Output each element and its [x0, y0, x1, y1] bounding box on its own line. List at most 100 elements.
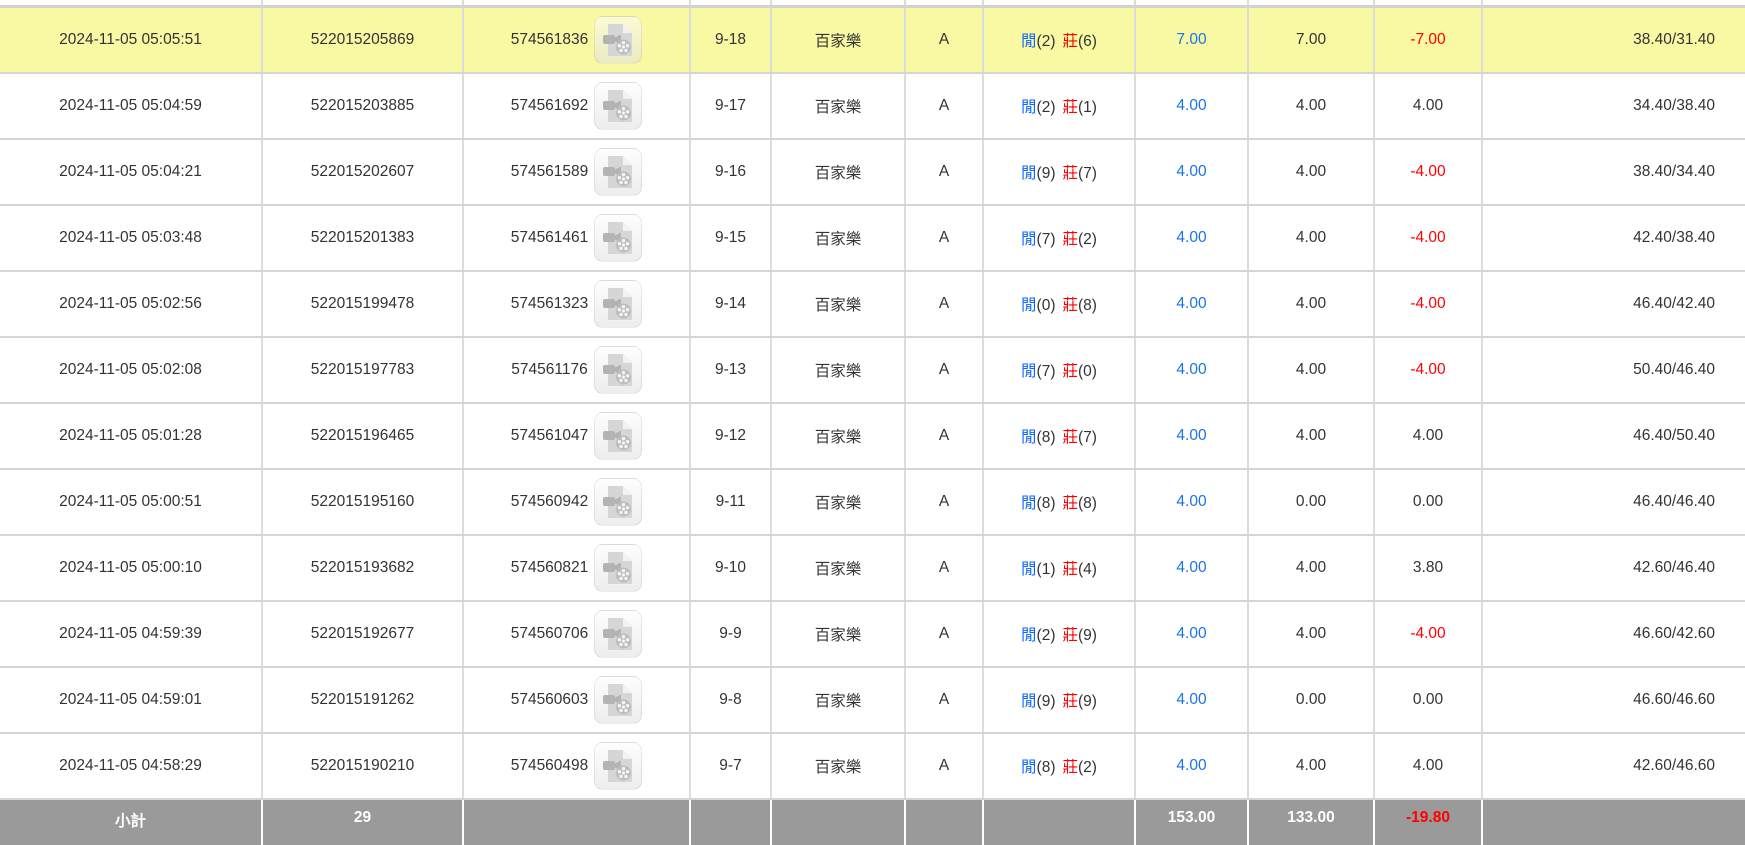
valid-bet: 0.00	[1248, 468, 1375, 536]
balance: 38.40/34.40	[1482, 138, 1745, 206]
shoe-round: 9-12	[690, 402, 772, 470]
banker-label: 莊	[1062, 32, 1079, 50]
table-code: A	[905, 138, 984, 206]
result-cell: 閒(9) 莊(7)	[983, 138, 1136, 206]
banker-points: (4)	[1078, 560, 1097, 578]
banker-label: 莊	[1062, 560, 1079, 578]
table-row[interactable]: 2024-11-05 05:04:21 522015202607 5745615…	[0, 138, 1745, 206]
banker-points: (8)	[1078, 296, 1097, 314]
video-film-icon	[603, 155, 633, 188]
table-row[interactable]: 2024-11-05 05:05:51 522015205869 5745618…	[0, 6, 1745, 74]
player-label: 閒	[1021, 428, 1037, 446]
player-label: 閒	[1021, 692, 1037, 710]
bet-id: 522015199478	[262, 270, 464, 338]
banker-points: (7)	[1078, 428, 1097, 446]
banker-label: 莊	[1062, 296, 1079, 314]
player-points: (7)	[1036, 230, 1056, 248]
video-replay-button[interactable]	[594, 741, 643, 790]
game-id-cell: 574560821	[463, 534, 691, 602]
banker-label: 莊	[1062, 362, 1079, 380]
shoe-round: 9-7	[690, 732, 772, 800]
video-replay-button[interactable]	[594, 411, 643, 460]
table-row[interactable]: 2024-11-05 05:00:10 522015193682 5745608…	[0, 534, 1745, 602]
video-replay-button[interactable]	[594, 213, 643, 262]
shoe-round: 9-15	[690, 204, 772, 272]
valid-bet: 4.00	[1248, 336, 1375, 404]
video-replay-button[interactable]	[594, 279, 643, 328]
bet-time: 2024-11-05 05:00:10	[0, 534, 263, 602]
video-film-icon	[603, 287, 633, 320]
table-row[interactable]: 2024-11-05 05:04:59 522015203885 5745616…	[0, 72, 1745, 140]
table-row[interactable]: 2024-11-05 04:59:01 522015191262 5745606…	[0, 666, 1745, 734]
video-replay-button[interactable]	[594, 147, 643, 196]
banker-label: 莊	[1062, 164, 1079, 182]
game-round-id: 574561176	[511, 360, 588, 378]
game-round-id: 574561836	[510, 30, 589, 48]
player-label: 閒	[1021, 296, 1037, 314]
table-row[interactable]: 2024-11-05 04:58:29 522015190210 5745604…	[0, 732, 1745, 800]
game-round-id: 574560821	[510, 558, 589, 576]
balance: 38.40/31.40	[1482, 6, 1745, 74]
game-id-cell: 574561836	[463, 6, 691, 74]
valid-bet: 4.00	[1248, 534, 1375, 602]
subtotal-valid-total: 133.00	[1248, 798, 1375, 845]
game-id-cell: 574561589	[463, 138, 691, 206]
balance: 46.40/46.40	[1482, 468, 1745, 536]
player-points: (9)	[1036, 692, 1056, 710]
game-type: 百家樂	[771, 204, 906, 272]
win-loss: -4.00	[1374, 336, 1483, 404]
table-code: A	[905, 666, 984, 734]
video-replay-button[interactable]	[594, 675, 643, 724]
player-points: (8)	[1036, 758, 1056, 776]
player-points: (0)	[1036, 296, 1056, 314]
subtotal-empty-cell	[1482, 798, 1745, 845]
video-replay-button[interactable]	[594, 81, 643, 130]
video-replay-button[interactable]	[593, 345, 642, 394]
valid-bet: 4.00	[1248, 270, 1375, 338]
game-id-cell: 574561461	[463, 204, 691, 272]
video-film-icon	[602, 353, 632, 386]
balance: 50.40/46.40	[1482, 336, 1745, 404]
banker-points: (2)	[1078, 230, 1097, 248]
result-cell: 閒(8) 莊(7)	[983, 402, 1136, 470]
game-id-cell: 574561692	[463, 72, 691, 140]
subtotal-count: 29	[262, 798, 464, 845]
game-type: 百家樂	[771, 6, 906, 74]
balance: 46.60/46.60	[1482, 666, 1745, 734]
bet-time: 2024-11-05 05:01:28	[0, 402, 263, 470]
bet-id: 522015190210	[262, 732, 464, 800]
win-loss: -4.00	[1374, 600, 1483, 668]
video-film-icon	[603, 551, 633, 584]
subtotal-empty-cell	[983, 798, 1136, 845]
player-label: 閒	[1021, 626, 1037, 644]
video-replay-button[interactable]	[594, 543, 643, 592]
game-type: 百家樂	[771, 666, 906, 734]
valid-bet: 4.00	[1248, 72, 1375, 140]
bet-amount: 4.00	[1135, 666, 1249, 734]
video-replay-button[interactable]	[594, 477, 643, 526]
bet-time: 2024-11-05 05:03:48	[0, 204, 263, 272]
player-label: 閒	[1021, 32, 1037, 50]
game-round-id: 574561323	[510, 294, 589, 312]
win-loss: 0.00	[1374, 468, 1483, 536]
table-row[interactable]: 2024-11-05 05:02:56 522015199478 5745613…	[0, 270, 1745, 338]
bet-id: 522015205869	[262, 6, 464, 74]
bet-amount: 4.00	[1135, 468, 1249, 536]
bet-amount: 7.00	[1135, 6, 1249, 74]
table-row[interactable]: 2024-11-05 05:00:51 522015195160 5745609…	[0, 468, 1745, 536]
video-film-icon	[603, 221, 633, 254]
player-points: (8)	[1036, 494, 1056, 512]
table-row[interactable]: 2024-11-05 05:03:48 522015201383 5745614…	[0, 204, 1745, 272]
bet-time: 2024-11-05 04:58:29	[0, 732, 263, 800]
table-row[interactable]: 2024-11-05 04:59:39 522015192677 5745607…	[0, 600, 1745, 668]
shoe-round: 9-9	[690, 600, 772, 668]
banker-points: (6)	[1078, 32, 1097, 50]
player-label: 閒	[1021, 164, 1037, 182]
table-code: A	[905, 6, 984, 74]
table-row[interactable]: 2024-11-05 05:02:08 522015197783 5745611…	[0, 336, 1745, 404]
video-replay-button[interactable]	[594, 15, 643, 64]
video-replay-button[interactable]	[594, 609, 643, 658]
table-row[interactable]: 2024-11-05 05:01:28 522015196465 5745610…	[0, 402, 1745, 470]
valid-bet: 7.00	[1248, 6, 1375, 74]
shoe-round: 9-13	[690, 336, 772, 404]
